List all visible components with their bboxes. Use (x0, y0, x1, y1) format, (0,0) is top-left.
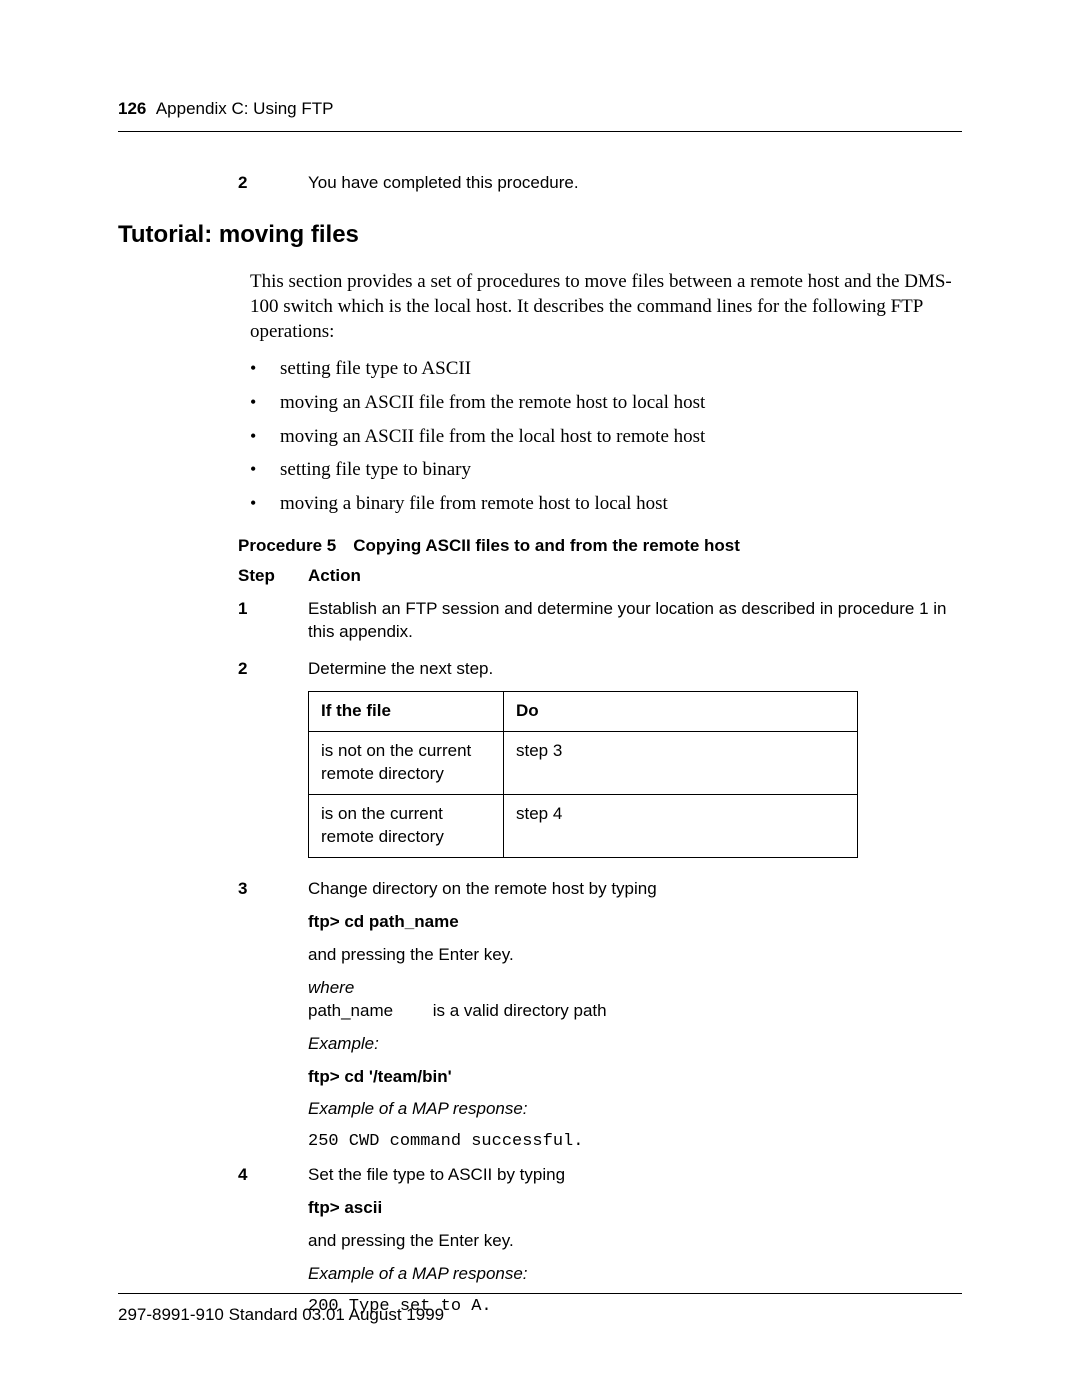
header-section: Appendix C: Using FTP (156, 99, 334, 118)
prev-step-text: You have completed this procedure. (308, 172, 962, 195)
map-response-label: Example of a MAP response: (308, 1263, 962, 1286)
page-footer: 297-8991-910 Standard 03.01 August 1999 (118, 1293, 962, 1327)
step-number: 2 (238, 658, 308, 681)
map-response-label: Example of a MAP response: (308, 1098, 962, 1121)
table-header-action: Do (504, 692, 858, 732)
table-header-condition: If the file (309, 692, 504, 732)
step-number: 1 (238, 598, 308, 644)
step-row: 1 Establish an FTP session and determine… (238, 598, 962, 644)
prev-step-row: 2 You have completed this procedure. (238, 172, 962, 195)
intro-paragraph: This section provides a set of procedure… (250, 270, 962, 344)
step-text: Establish an FTP session and determine y… (308, 598, 962, 644)
table-cell: step 4 (504, 795, 858, 858)
where-block: where path_name is a valid directory pat… (308, 977, 962, 1023)
step-row: 3 Change directory on the remote host by… (238, 878, 962, 901)
procedure-title: Procedure 5 Copying ASCII files to and f… (238, 535, 962, 558)
bullet-item: moving an ASCII file from the local host… (250, 424, 962, 450)
section-heading: Tutorial: moving files (118, 219, 962, 251)
table-row: is not on the current remote directory s… (309, 732, 858, 795)
step-number: 3 (238, 878, 308, 901)
example-command: ftp> cd '/team/bin' (308, 1066, 962, 1089)
step-text: Change directory on the remote host by t… (308, 878, 962, 901)
header-action: Action (308, 565, 361, 588)
running-header: 126 Appendix C: Using FTP (118, 98, 962, 132)
command-line: ftp> cd path_name (308, 911, 962, 934)
bullet-list: setting file type to ASCII moving an ASC… (250, 356, 962, 516)
table-cell: step 3 (504, 732, 858, 795)
page-number: 126 (118, 99, 146, 118)
step-text: Determine the next step. (308, 658, 962, 681)
map-response: 250 CWD command successful. (308, 1131, 962, 1154)
command-after: and pressing the Enter key. (308, 944, 962, 967)
command-line: ftp> ascii (308, 1197, 962, 1220)
bullet-item: moving an ASCII file from the remote hos… (250, 390, 962, 416)
bullet-item: setting file type to binary (250, 457, 962, 483)
header-step: Step (238, 565, 308, 588)
decision-table: If the file Do is not on the current rem… (308, 691, 858, 858)
command-after: and pressing the Enter key. (308, 1230, 962, 1253)
table-header-row: If the file Do (309, 692, 858, 732)
step-number: 4 (238, 1164, 308, 1187)
where-label: where (308, 978, 354, 997)
bullet-item: moving a binary file from remote host to… (250, 491, 962, 517)
table-row: is on the current remote directory step … (309, 795, 858, 858)
step-action-header: Step Action (238, 565, 962, 588)
step-text: Set the file type to ASCII by typing (308, 1164, 962, 1187)
step-row: 2 Determine the next step. (238, 658, 962, 681)
page: 126 Appendix C: Using FTP 2 You have com… (0, 0, 1080, 1397)
where-definition: is a valid directory path (433, 1001, 607, 1020)
prev-step-number: 2 (238, 172, 308, 195)
table-cell: is not on the current remote directory (309, 732, 504, 795)
table-cell: is on the current remote directory (309, 795, 504, 858)
bullet-item: setting file type to ASCII (250, 356, 962, 382)
step-row: 4 Set the file type to ASCII by typing (238, 1164, 962, 1187)
where-term: path_name (308, 1000, 428, 1023)
example-label: Example: (308, 1033, 962, 1056)
